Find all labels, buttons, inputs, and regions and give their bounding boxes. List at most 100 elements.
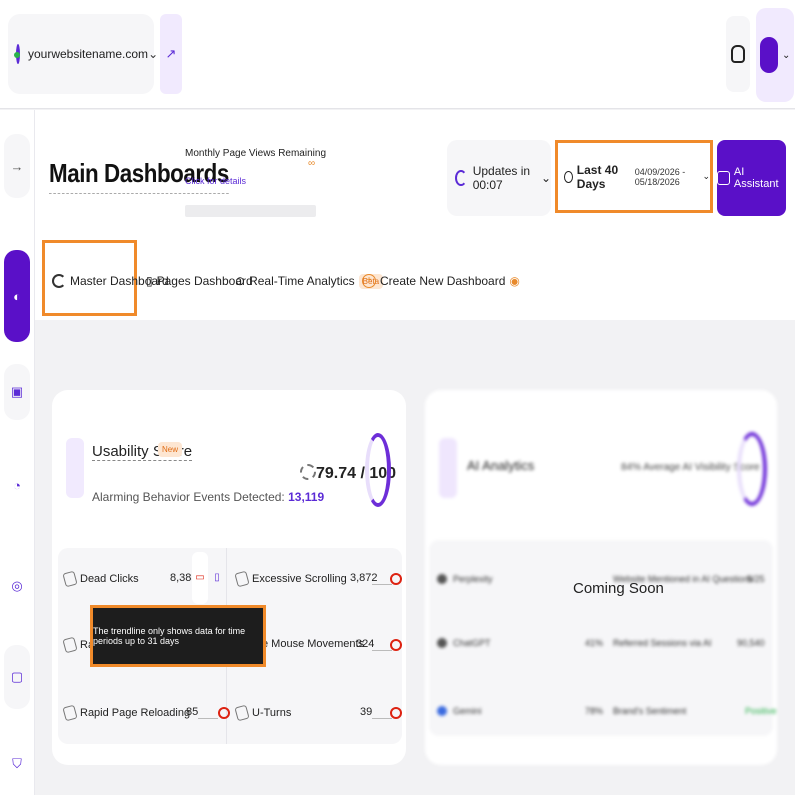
metric-excessive-scrolling[interactable]: Excessive Scrolling	[234, 570, 347, 588]
sidebar-item-feedback[interactable]: ▢	[4, 645, 30, 709]
metric-rapid-page-reloading[interactable]: Rapid Page Reloading	[62, 704, 191, 722]
heatmap-button[interactable]: ▯	[210, 552, 224, 604]
metric-dead-clicks[interactable]: Dead Clicks	[62, 570, 139, 588]
sidebar-item-inbox[interactable]: ▣	[4, 364, 30, 420]
heatmap-icon: ▯	[214, 572, 220, 583]
coming-soon-label: Coming Soon	[573, 580, 664, 597]
refresh-icon	[455, 170, 467, 186]
trendline-sparkline	[372, 570, 392, 585]
alert-icon[interactable]	[390, 707, 402, 719]
sidebar-item-recordings[interactable]: ◎	[4, 550, 30, 622]
dashboard-icon: ◐	[13, 288, 21, 304]
cursor-icon	[62, 704, 78, 722]
arrow-right-icon: →	[10, 158, 24, 174]
sidebar-item-analytics[interactable]: ◔	[4, 450, 30, 520]
ai-source-pct: 78%	[585, 706, 604, 716]
trendline-tooltip: The trendline only shows data for time p…	[90, 605, 266, 667]
page-icon: ▯	[146, 274, 153, 288]
ai-row-gemini: Gemini	[437, 706, 482, 716]
page-views-title: Monthly Page Views Remaining	[185, 148, 327, 159]
ai-assistant-button[interactable]: AI Assistant	[717, 140, 786, 216]
ai-metric-referred: Referred Sessions via AI	[613, 638, 712, 648]
ai-metric-label: Brand's Sentiment	[613, 706, 687, 716]
metric-label: Dead Clicks	[80, 573, 139, 585]
cursor-icon	[62, 570, 78, 588]
globe-icon	[14, 44, 20, 64]
lightbulb-icon	[731, 45, 745, 63]
alert-icon[interactable]	[218, 707, 230, 719]
spiral-icon	[52, 274, 66, 288]
trendline-sparkline	[198, 704, 218, 719]
new-badge: New	[158, 442, 183, 457]
score-icon	[300, 464, 316, 480]
date-range-value: 04/09/2026 - 05/18/2026	[634, 166, 686, 187]
ai-metric-value: 90,540	[737, 638, 765, 648]
alert-icon[interactable]	[390, 573, 402, 585]
chevron-down-icon: ⌄	[540, 171, 551, 185]
alarming-events-count[interactable]: 13,119	[288, 490, 324, 504]
sidebar: → ◐ ▣ ◔ ◎ ▢ ⛉	[0, 110, 35, 795]
website-selector[interactable]: yourwebsitename.com ⌄	[8, 14, 158, 94]
metric-label: Excessive Scrolling	[252, 573, 347, 585]
inbox-icon: ▣	[10, 384, 24, 399]
metric-value: 39	[360, 706, 373, 718]
metric-label: e Mouse Movements	[262, 638, 365, 650]
clock-icon	[564, 170, 573, 183]
ai-source-pct: 41%	[585, 638, 604, 648]
metric-value: 85	[186, 706, 199, 718]
avatar	[760, 37, 778, 73]
info-icon: ◉	[509, 274, 520, 288]
ai-chat-icon	[717, 171, 730, 185]
metric-u-turns[interactable]: U-Turns	[234, 704, 292, 722]
plus-icon: +	[362, 274, 376, 288]
external-link-button[interactable]: ↗	[160, 14, 182, 94]
live-icon: ⊙	[235, 274, 246, 288]
external-link-icon: ↗	[165, 46, 177, 61]
metric-label: Rapid Page Reloading	[80, 707, 191, 719]
sidebar-item-dashboards[interactable]: ◐	[4, 250, 30, 342]
ai-source-name: ChatGPT	[453, 638, 491, 648]
tab-real-time-analytics[interactable]: ⊙ Real-Time Analytics Beta	[235, 266, 384, 296]
tab-create-new-dashboard[interactable]: + Create New Dashboard ◉	[362, 266, 520, 296]
page-views-progress-bar	[185, 205, 316, 217]
gemini-icon	[437, 706, 447, 716]
date-range-label: Last 40 Days	[576, 162, 619, 191]
expand-sidebar-button[interactable]: →	[4, 134, 30, 198]
ai-row-perplexity: Perplexity	[437, 574, 493, 584]
ai-analytics-card: AI Analytics 84% Average AI Visibility S…	[425, 390, 777, 765]
trendline-sparkline	[372, 636, 392, 651]
ai-row-chatgpt: ChatGPT	[437, 638, 491, 648]
chatgpt-icon	[437, 638, 447, 648]
alarming-events: Alarming Behavior Events Detected: 13,11…	[92, 490, 324, 504]
chat-icon: ▢	[10, 669, 24, 684]
page-views-details-link[interactable]: Click for details	[185, 176, 246, 186]
chevron-down-icon: ⌄	[148, 47, 159, 61]
ai-source-name: Gemini	[453, 706, 482, 716]
tips-button[interactable]	[726, 16, 750, 92]
user-menu[interactable]: ⌄	[756, 8, 794, 102]
alarming-events-label: Alarming Behavior Events Detected:	[92, 490, 285, 504]
visibility-ring-chart	[737, 432, 767, 506]
cursor-icon	[234, 704, 250, 722]
trendline-sparkline	[372, 704, 392, 719]
ai-metric-label: Referred Sessions via AI	[613, 638, 712, 648]
tab-label: Real-Time Analytics	[249, 274, 355, 288]
alert-icon[interactable]	[390, 639, 402, 651]
shield-icon: ⛉	[12, 756, 22, 771]
score-ring-chart	[365, 433, 391, 507]
update-timer: Updates in 00:07	[472, 164, 531, 192]
auto-update-button[interactable]: Updates in 00:07 ⌄	[447, 140, 551, 216]
tab-label: Create New Dashboard	[380, 274, 506, 288]
chevron-down-icon: ⌄	[702, 171, 710, 181]
record-button[interactable]: ▭	[192, 552, 208, 604]
spiral-icon: ◔	[13, 477, 21, 493]
focus-icon: ◎	[11, 578, 23, 593]
date-range-picker[interactable]: Last 40 Days 04/09/2026 - 05/18/2026 ⌄	[555, 140, 713, 213]
ai-assistant-label: AI Assistant	[733, 166, 779, 190]
ai-metric-value: 5/25	[747, 574, 765, 584]
cursor-icon	[234, 570, 250, 588]
metric-mouse-movements[interactable]: e Mouse Movements	[262, 638, 364, 650]
metric-label: U-Turns	[252, 707, 292, 719]
ai-source-name: Perplexity	[453, 574, 493, 584]
sidebar-item-security[interactable]: ⛉	[4, 740, 30, 788]
